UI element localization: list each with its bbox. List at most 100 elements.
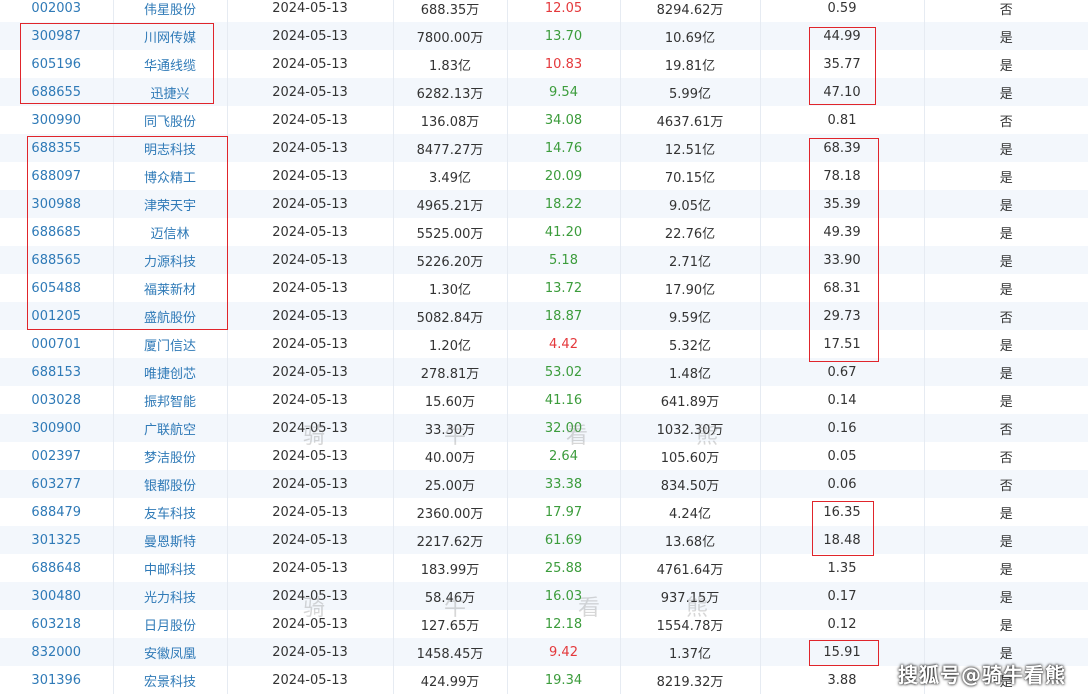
- stock-name-cell[interactable]: 友车科技: [113, 498, 228, 526]
- stock-name-cell[interactable]: 宏景科技: [113, 666, 228, 694]
- stock-code-link[interactable]: 300480: [31, 589, 81, 604]
- stock-name-cell[interactable]: 伟星股份: [113, 0, 228, 22]
- stock-name-link[interactable]: 宏景科技: [144, 675, 196, 690]
- stock-code-link[interactable]: 688655: [31, 85, 81, 100]
- stock-name-link[interactable]: 迈信林: [150, 227, 189, 242]
- stock-name-cell[interactable]: 迅捷兴: [113, 78, 228, 106]
- stock-name-link[interactable]: 福莱新材: [144, 283, 196, 298]
- stock-code-link[interactable]: 605196: [31, 57, 81, 72]
- stock-code-cell[interactable]: 002397: [0, 442, 114, 470]
- stock-name-cell[interactable]: 津荣天宇: [113, 190, 228, 218]
- stock-code-link[interactable]: 688097: [31, 169, 81, 184]
- stock-name-cell[interactable]: 盛航股份: [113, 302, 228, 330]
- stock-code-cell[interactable]: 688648: [0, 554, 114, 582]
- stock-name-cell[interactable]: 厦门信达: [113, 330, 228, 358]
- stock-name-cell[interactable]: 光力科技: [113, 582, 228, 610]
- stock-name-link[interactable]: 盛航股份: [144, 311, 196, 326]
- stock-name-cell[interactable]: 明志科技: [113, 134, 228, 162]
- stock-code-cell[interactable]: 000701: [0, 330, 114, 358]
- stock-code-link[interactable]: 002003: [31, 1, 81, 16]
- stock-code-cell[interactable]: 605488: [0, 274, 114, 302]
- stock-code-link[interactable]: 688565: [31, 253, 81, 268]
- stock-code-link[interactable]: 001205: [31, 309, 81, 324]
- stock-code-cell[interactable]: 688355: [0, 134, 114, 162]
- stock-code-cell[interactable]: 300988: [0, 190, 114, 218]
- stock-code-cell[interactable]: 688655: [0, 78, 114, 106]
- stock-name-cell[interactable]: 曼恩斯特: [113, 526, 228, 554]
- stock-name-cell[interactable]: 华通线缆: [113, 50, 228, 78]
- stock-code-link[interactable]: 300988: [31, 197, 81, 212]
- stock-name-link[interactable]: 银都股份: [144, 479, 196, 494]
- stock-name-cell[interactable]: 振邦智能: [113, 386, 228, 414]
- stock-code-link[interactable]: 300900: [31, 421, 81, 436]
- stock-code-link[interactable]: 603218: [31, 617, 81, 632]
- stock-name-cell[interactable]: 福莱新材: [113, 274, 228, 302]
- stock-name-cell[interactable]: 安徽凤凰: [113, 638, 228, 666]
- stock-name-link[interactable]: 津荣天宇: [144, 199, 196, 214]
- stock-code-cell[interactable]: 300900: [0, 414, 114, 442]
- stock-code-cell[interactable]: 832000: [0, 638, 114, 666]
- stock-name-cell[interactable]: 梦洁股份: [113, 442, 228, 470]
- stock-name-link[interactable]: 日月股份: [144, 619, 196, 634]
- stock-name-link[interactable]: 广联航空: [144, 423, 196, 438]
- stock-code-link[interactable]: 688153: [31, 365, 81, 380]
- stock-code-cell[interactable]: 300480: [0, 582, 114, 610]
- stock-name-cell[interactable]: 日月股份: [113, 610, 228, 638]
- stock-code-link[interactable]: 688355: [31, 141, 81, 156]
- stock-code-link[interactable]: 003028: [31, 393, 81, 408]
- stock-code-link[interactable]: 688479: [31, 505, 81, 520]
- stock-name-link[interactable]: 迅捷兴: [150, 87, 189, 102]
- stock-code-cell[interactable]: 603218: [0, 610, 114, 638]
- stock-name-cell[interactable]: 川网传媒: [113, 22, 228, 50]
- stock-code-link[interactable]: 605488: [31, 281, 81, 296]
- stock-code-cell[interactable]: 688685: [0, 218, 114, 246]
- stock-name-link[interactable]: 华通线缆: [144, 59, 196, 74]
- stock-code-cell[interactable]: 300987: [0, 22, 114, 50]
- stock-name-link[interactable]: 同飞股份: [144, 115, 196, 130]
- stock-name-link[interactable]: 唯捷创芯: [144, 367, 196, 382]
- stock-code-cell[interactable]: 301325: [0, 526, 114, 554]
- stock-code-cell[interactable]: 688565: [0, 246, 114, 274]
- stock-code-cell[interactable]: 605196: [0, 50, 114, 78]
- stock-name-cell[interactable]: 中邮科技: [113, 554, 228, 582]
- stock-name-link[interactable]: 力源科技: [144, 255, 196, 270]
- stock-code-cell[interactable]: 300990: [0, 106, 114, 134]
- stock-code-cell[interactable]: 001205: [0, 302, 114, 330]
- stock-code-cell[interactable]: 002003: [0, 0, 114, 22]
- stock-name-link[interactable]: 厦门信达: [144, 339, 196, 354]
- stock-name-link[interactable]: 中邮科技: [144, 563, 196, 578]
- stock-name-link[interactable]: 光力科技: [144, 591, 196, 606]
- stock-name-link[interactable]: 博众精工: [144, 171, 196, 186]
- stock-code-cell[interactable]: 688479: [0, 498, 114, 526]
- stock-code-link[interactable]: 300990: [31, 113, 81, 128]
- stock-name-link[interactable]: 友车科技: [144, 507, 196, 522]
- stock-name-cell[interactable]: 同飞股份: [113, 106, 228, 134]
- stock-name-cell[interactable]: 广联航空: [113, 414, 228, 442]
- stock-name-link[interactable]: 振邦智能: [144, 395, 196, 410]
- stock-code-cell[interactable]: 301396: [0, 666, 114, 694]
- stock-code-cell[interactable]: 603277: [0, 470, 114, 498]
- stock-name-cell[interactable]: 唯捷创芯: [113, 358, 228, 386]
- stock-name-link[interactable]: 明志科技: [144, 143, 196, 158]
- stock-name-cell[interactable]: 博众精工: [113, 162, 228, 190]
- stock-code-link[interactable]: 603277: [31, 477, 81, 492]
- stock-code-cell[interactable]: 688153: [0, 358, 114, 386]
- stock-name-cell[interactable]: 力源科技: [113, 246, 228, 274]
- stock-code-cell[interactable]: 688097: [0, 162, 114, 190]
- stock-name-link[interactable]: 川网传媒: [144, 31, 196, 46]
- stock-name-link[interactable]: 梦洁股份: [144, 451, 196, 466]
- stock-name-link[interactable]: 曼恩斯特: [144, 535, 196, 550]
- stock-name-cell[interactable]: 银都股份: [113, 470, 228, 498]
- stock-name-link[interactable]: 安徽凤凰: [144, 647, 196, 662]
- stock-code-link[interactable]: 301325: [31, 533, 81, 548]
- stock-code-cell[interactable]: 003028: [0, 386, 114, 414]
- stock-code-link[interactable]: 000701: [31, 337, 81, 352]
- stock-name-cell[interactable]: 迈信林: [113, 218, 228, 246]
- stock-code-link[interactable]: 688648: [31, 561, 81, 576]
- stock-code-link[interactable]: 832000: [31, 645, 81, 660]
- stock-name-link[interactable]: 伟星股份: [144, 3, 196, 18]
- stock-code-link[interactable]: 301396: [31, 673, 81, 688]
- stock-code-link[interactable]: 300987: [31, 29, 81, 44]
- stock-code-link[interactable]: 002397: [31, 449, 81, 464]
- stock-code-link[interactable]: 688685: [31, 225, 81, 240]
